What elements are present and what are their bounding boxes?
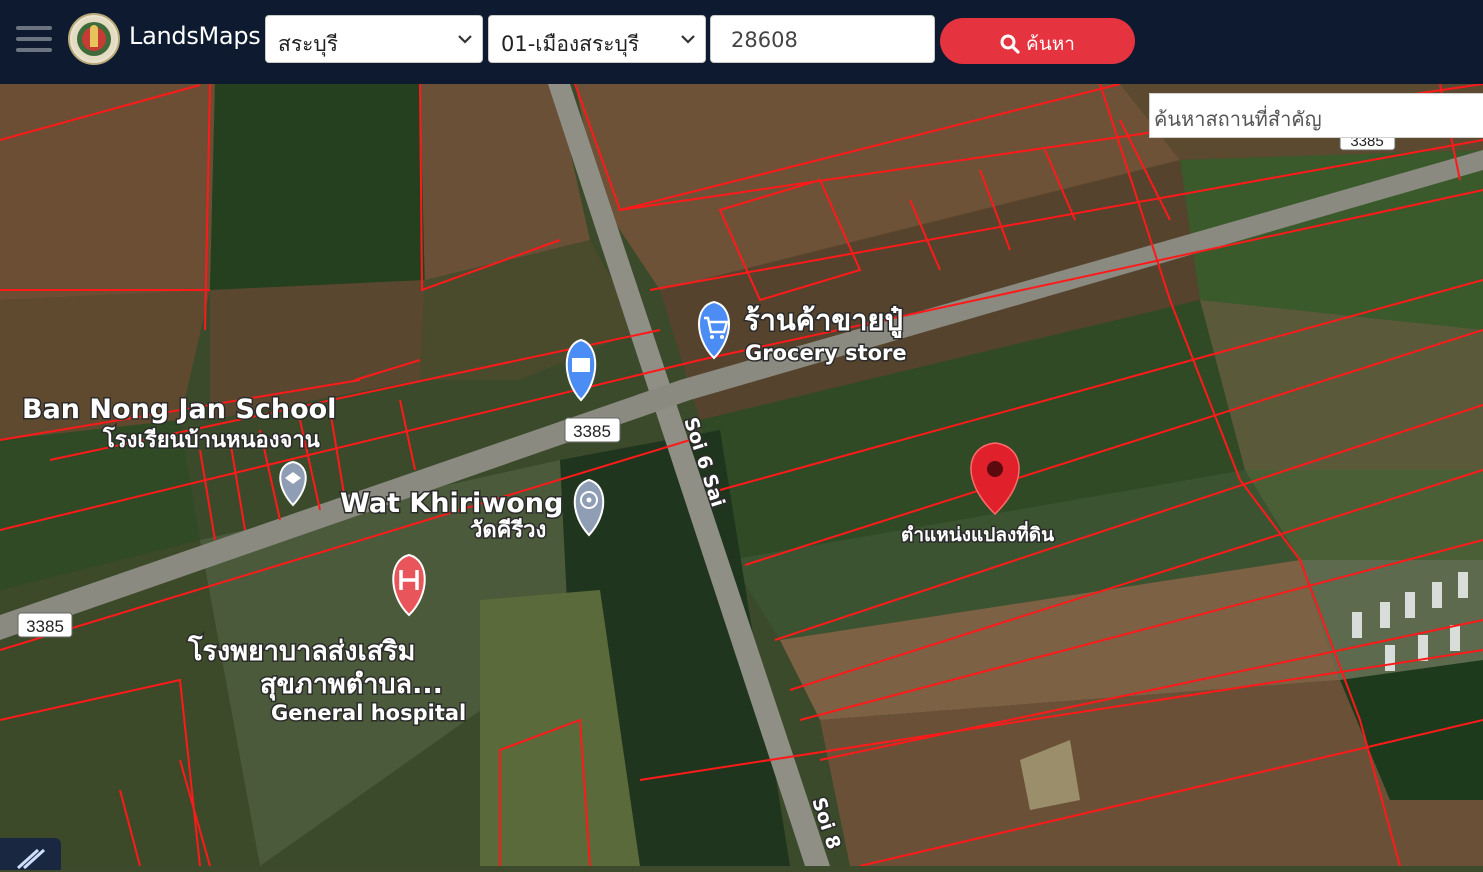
route-3385-label-a: 3385 xyxy=(573,422,611,441)
parcel-number-value: 28608 xyxy=(731,28,798,52)
place-search-input[interactable]: ค้นหาสถานที่สำคัญ xyxy=(1149,93,1483,138)
measure-tool-button[interactable] xyxy=(0,838,61,870)
chevron-down-icon xyxy=(681,35,695,44)
hospital-label-th-2: สุขภาพตำบล... xyxy=(260,669,443,701)
store-label-en: Grocery store xyxy=(745,341,907,365)
parcel-marker-label: ตำแหน่งแปลงที่ดิน xyxy=(901,521,1054,546)
route-3385-shield-a: 3385 xyxy=(564,417,621,443)
hospital-label-th-1: โรงพยาบาลส่งเสริม xyxy=(187,634,415,667)
route-3385-label-b: 3385 xyxy=(26,617,64,636)
route-3385-shield-b: 3385 xyxy=(17,612,73,638)
top-bar: LandsMaps สระบุรี 01-เมืองสระบุรี 28608 … xyxy=(0,0,1483,84)
district-value: 01-เมืองสระบุรี xyxy=(501,32,640,56)
hospital-label-en: General hospital xyxy=(271,701,466,725)
search-icon xyxy=(1000,34,1020,54)
department-seal-logo xyxy=(68,13,120,65)
menu-icon[interactable] xyxy=(16,24,54,54)
search-button[interactable]: ค้นหา xyxy=(940,18,1135,64)
store-label-th: ร้านค้าขายปู๋ xyxy=(744,303,903,338)
ruler-icon xyxy=(16,848,46,870)
brand-name: LandsMaps xyxy=(129,22,261,50)
province-select[interactable]: สระบุรี xyxy=(265,15,483,63)
province-value: สระบุรี xyxy=(278,32,338,56)
parcel-number-input[interactable]: 28608 xyxy=(710,15,935,63)
school-label-en: Ban Nong Jan School xyxy=(22,394,336,425)
district-select[interactable]: 01-เมืองสระบุรี xyxy=(488,15,706,63)
map-canvas[interactable]: 3385 3385 3385 Ban Nong Jan School โรงเร… xyxy=(0,83,1483,867)
place-search-placeholder: ค้นหาสถานที่สำคัญ xyxy=(1154,107,1322,131)
search-button-label: ค้นหา xyxy=(1026,33,1075,55)
temple-label-en: Wat Khiriwong xyxy=(340,488,563,519)
school-label-th: โรงเรียนบ้านหนองจาน xyxy=(102,426,320,453)
temple-label-th: วัดคีรีวง xyxy=(470,518,546,543)
chevron-down-icon xyxy=(458,35,472,44)
